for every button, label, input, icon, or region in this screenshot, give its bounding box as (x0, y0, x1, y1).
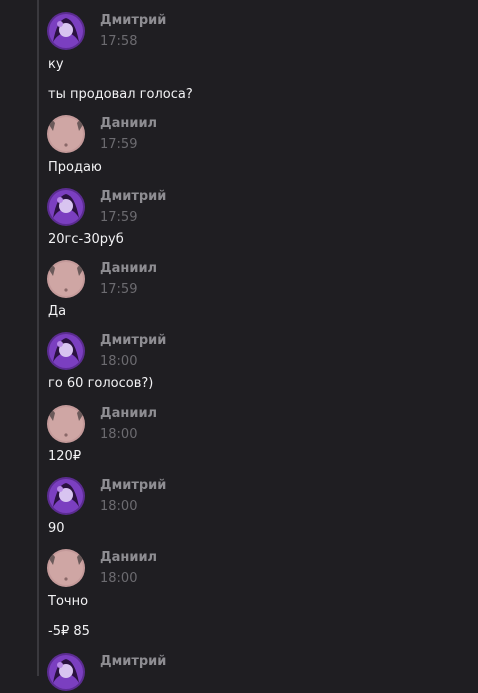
author-name[interactable]: Дмитрий (100, 333, 166, 348)
author-name[interactable]: Дмитрий (100, 478, 166, 493)
message-header: Даниил 17:59 (47, 260, 447, 300)
message-time: 17:59 (100, 210, 138, 225)
purple-anime-avatar[interactable] (47, 188, 85, 226)
purple-anime-avatar[interactable] (47, 477, 85, 515)
message-header: Даниил 18:00 (47, 405, 447, 445)
chat-log: Дмитрий 17:58 ку ты продовал голоса? Дан… (0, 0, 478, 691)
message-text: го 60 голосов?) (48, 376, 154, 391)
author-name[interactable]: Даниил (100, 261, 157, 276)
message-text: Да (48, 304, 67, 319)
author-name[interactable]: Дмитрий (100, 189, 166, 204)
purple-anime-avatar[interactable] (47, 332, 85, 370)
message-text: Продаю (48, 160, 102, 175)
message-time: 18:00 (100, 571, 138, 586)
message-time: 17:59 (100, 282, 138, 297)
message-text: ты продовал голоса? (48, 87, 193, 102)
message-header: Дмитрий 17:59 (47, 188, 447, 228)
author-name[interactable]: Даниил (100, 406, 157, 421)
message-header: Даниил 18:00 (47, 549, 447, 589)
message-time: 17:59 (100, 137, 138, 152)
author-name[interactable]: Даниил (100, 550, 157, 565)
message-text: 20гс-30руб (48, 232, 124, 247)
pink-avatar[interactable] (47, 260, 85, 298)
message-header: Дмитрий 17:58 (47, 12, 447, 52)
message-header: Дмитрий 18:00 (47, 332, 447, 372)
pink-avatar[interactable] (47, 405, 85, 443)
purple-anime-avatar[interactable] (47, 653, 85, 691)
message-text: -5₽ 85 (48, 624, 90, 639)
message-header: Даниил 17:59 (47, 115, 447, 155)
message-time: 18:00 (100, 499, 138, 514)
message-text: Точно (48, 594, 89, 609)
author-name[interactable]: Даниил (100, 116, 157, 131)
message-text: 90 (48, 521, 65, 536)
message-text: 120₽ (48, 449, 82, 464)
message-time: 18:00 (100, 354, 138, 369)
message-text: ку (48, 57, 64, 72)
message-header: Дмитрий 18:00 (47, 477, 447, 517)
pink-avatar[interactable] (47, 549, 85, 587)
pink-avatar[interactable] (47, 115, 85, 153)
message-time: 17:58 (100, 34, 138, 49)
author-name[interactable]: Дмитрий (100, 654, 166, 669)
message-header: Дмитрий (47, 653, 447, 693)
message-time: 18:00 (100, 427, 138, 442)
author-name[interactable]: Дмитрий (100, 13, 166, 28)
purple-anime-avatar[interactable] (47, 12, 85, 50)
